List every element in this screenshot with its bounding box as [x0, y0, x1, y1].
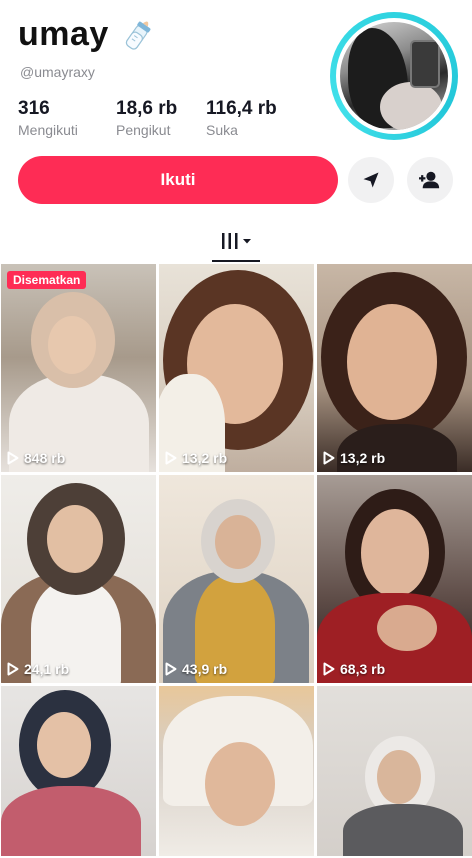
stat-label: Pengikut — [116, 122, 171, 138]
stat-value: 18,6 rb — [116, 98, 178, 119]
view-count: 68,3 rb — [323, 661, 385, 677]
video-thumbnail[interactable] — [317, 686, 472, 856]
stat-value: 116,4 rb — [206, 98, 277, 119]
profile-stats: 316 Mengikuti 18,6 rb Pengikut 116,4 rb … — [18, 98, 296, 138]
stat-followers[interactable]: 18,6 rb Pengikut — [116, 98, 206, 138]
play-icon — [323, 662, 335, 676]
message-button[interactable] — [348, 157, 394, 203]
grid-icon — [222, 233, 238, 249]
profile-name: umay — [18, 14, 109, 53]
baby-bottle-icon — [125, 21, 151, 50]
stat-likes: 116,4 rb Suka — [206, 98, 296, 138]
follow-button[interactable]: Ikuti — [18, 156, 338, 204]
video-thumbnail[interactable] — [1, 686, 156, 856]
play-icon — [165, 451, 177, 465]
video-thumbnail[interactable]: 68,3 rb — [317, 475, 472, 683]
video-grid: Disematkan 848 rb 13,2 rb 13,2 rb 24,1 r… — [1, 264, 472, 856]
video-thumbnail[interactable] — [159, 686, 314, 856]
video-thumbnail[interactable]: 13,2 rb — [317, 264, 472, 472]
add-friend-button[interactable] — [407, 157, 453, 203]
profile-handle: @umayraxy — [20, 64, 95, 80]
pinned-badge: Disematkan — [7, 271, 87, 289]
chevron-down-icon — [243, 239, 251, 244]
avatar — [340, 22, 448, 130]
add-user-icon — [419, 171, 440, 189]
video-thumbnail[interactable]: Disematkan 848 rb — [1, 264, 156, 472]
name-row: umay — [18, 14, 159, 54]
stat-value: 316 — [18, 98, 50, 119]
avatar-story-ring[interactable] — [330, 12, 458, 140]
view-count: 43,9 rb — [165, 661, 227, 677]
video-thumbnail[interactable]: 24,1 rb — [1, 475, 156, 683]
play-icon — [7, 451, 19, 465]
video-thumbnail[interactable]: 43,9 rb — [159, 475, 314, 683]
stat-label: Mengikuti — [18, 122, 78, 138]
view-count: 24,1 rb — [7, 661, 69, 677]
stat-following[interactable]: 316 Mengikuti — [18, 98, 116, 138]
view-count: 848 rb — [7, 450, 65, 466]
view-count: 13,2 rb — [165, 450, 227, 466]
tab-videos[interactable] — [212, 220, 260, 262]
play-icon — [165, 662, 177, 676]
tab-active-indicator — [212, 260, 260, 262]
video-thumbnail[interactable]: 13,2 rb — [159, 264, 314, 472]
stat-label: Suka — [206, 122, 238, 138]
send-icon — [363, 172, 379, 188]
play-icon — [323, 451, 335, 465]
play-icon — [7, 662, 19, 676]
content-tabs — [0, 220, 472, 262]
view-count: 13,2 rb — [323, 450, 385, 466]
